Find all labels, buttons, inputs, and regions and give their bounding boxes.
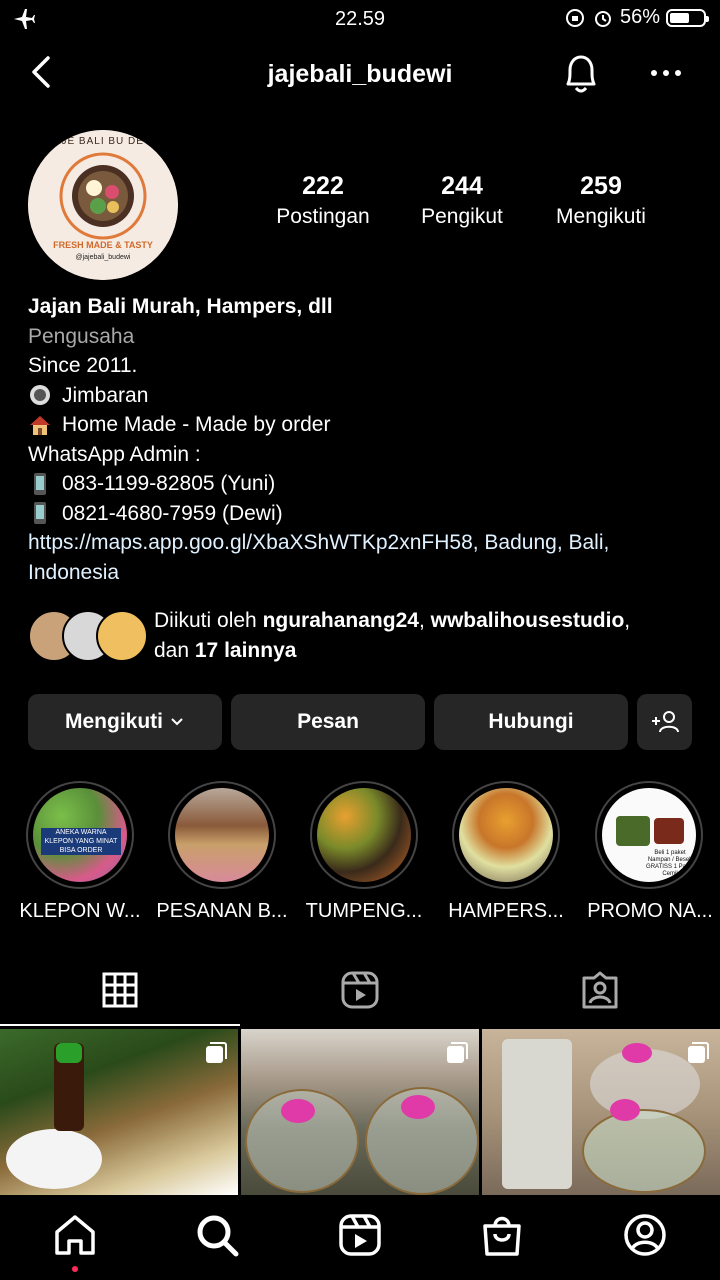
- phone-icon: [34, 472, 46, 495]
- phone-icon: [34, 502, 46, 525]
- multiple-posts-icon: [206, 1042, 227, 1063]
- highlight-promo-label: PROMO NA...: [587, 900, 713, 922]
- stat-following-value: 259: [580, 172, 622, 200]
- location-dot-icon: [30, 385, 50, 406]
- bell-icon[interactable]: [558, 50, 604, 98]
- suggest-people-button[interactable]: [637, 694, 692, 750]
- post-thumbnail-2[interactable]: [241, 1029, 479, 1195]
- bio-phone-dewi: 0821-4680-7959 (Dewi): [28, 499, 698, 529]
- multiple-posts-icon: [447, 1042, 468, 1063]
- highlight-klepon-label: KLEPON W...: [19, 900, 141, 922]
- profile-tabs: [0, 958, 720, 1026]
- bio-whatsapp-label: WhatsApp Admin :: [28, 442, 201, 466]
- post-thumbnail-1[interactable]: [0, 1029, 238, 1195]
- stat-followers[interactable]: 244 Pengikut: [404, 172, 520, 229]
- profile-icon[interactable]: [622, 1212, 668, 1258]
- bio-since: Since 2011.: [28, 354, 138, 377]
- message-button-label: Pesan: [297, 710, 359, 733]
- followed-by[interactable]: Diikuti oleh ngurahanang24, wwbalihouses…: [28, 606, 698, 666]
- bio-location: Jimbaran: [28, 381, 698, 411]
- bio-phone-yuni: 083-1199-82805 (Yuni): [28, 469, 698, 499]
- avatar-logo-bottom-text: FRESH MADE & TASTY: [53, 240, 153, 250]
- status-right: 56%: [564, 6, 709, 29]
- bio-homemade: Home Made - Made by order: [28, 410, 698, 440]
- stat-followers-value: 244: [441, 172, 483, 200]
- bio-link[interactable]: https://maps.app.goo.gl/XbaXShWTKp2xnFH5…: [28, 528, 698, 587]
- post-grid: [0, 1029, 720, 1195]
- active-tab-indicator: [0, 1024, 240, 1026]
- stat-followers-label: Pengikut: [421, 205, 503, 228]
- highlight-pesanan-label: PESANAN B...: [156, 900, 288, 922]
- multiple-posts-icon: [688, 1042, 709, 1063]
- profile-bio: Jajan Bali Murah, Hampers, dll Pengusaha…: [28, 292, 698, 587]
- highlight-tumpeng-label: TUMPENG...: [305, 900, 423, 922]
- following-button[interactable]: Mengikuti: [28, 694, 222, 750]
- bio-phone-yuni-text: 083-1199-82805 (Yuni): [62, 472, 276, 495]
- highlight-klepon-overlay: ANEKA WARNA KLEPON YANG MINAT BISA ORDER: [41, 828, 121, 855]
- message-button[interactable]: Pesan: [231, 694, 425, 750]
- search-icon[interactable]: [194, 1212, 240, 1258]
- orientation-lock-icon: [565, 8, 584, 27]
- stat-posts-label: Postingan: [276, 205, 370, 228]
- chevron-down-icon: [171, 718, 183, 726]
- bio-phone-dewi-text: 0821-4680-7959 (Dewi): [62, 501, 283, 525]
- followed-by-text: Diikuti oleh ngurahanang24, wwbalihouses…: [154, 609, 631, 662]
- home-icon[interactable]: [52, 1212, 98, 1258]
- stat-following[interactable]: 259 Mengikuti: [540, 172, 662, 229]
- profile-category: Pengusaha: [28, 324, 135, 348]
- tagged-icon[interactable]: [580, 970, 620, 1010]
- stat-posts-value: 222: [302, 172, 344, 200]
- profile-header: jajebali_budewi: [0, 44, 720, 104]
- battery-icon: [666, 8, 709, 27]
- contact-button-label: Hubungi: [488, 710, 574, 733]
- avatar-handle-text: @jajebali_budewi: [75, 254, 131, 261]
- highlight-pesanan[interactable]: [166, 781, 278, 889]
- highlight-promo[interactable]: Beli 1 paket Nampan / Besek GRATISS 1 Pa…: [593, 781, 705, 889]
- avatar-logo-top-text: JAJE BALI BU DEWI: [47, 136, 159, 147]
- stat-following-label: Mengikuti: [556, 205, 646, 228]
- bio-location-text: Jimbaran: [62, 383, 149, 407]
- profile-name: Jajan Bali Murah, Hampers, dll: [28, 295, 333, 318]
- post-thumbnail-3[interactable]: [482, 1029, 720, 1195]
- status-bar: 22.59 56%: [0, 0, 720, 40]
- header-username: jajebali_budewi: [267, 60, 453, 88]
- add-person-icon: [651, 711, 679, 733]
- home-notification-dot: [72, 1266, 78, 1272]
- stat-posts[interactable]: 222 Postingan: [262, 172, 384, 229]
- following-button-label: Mengikuti: [65, 710, 163, 733]
- battery-percent: 56%: [619, 6, 660, 28]
- more-icon[interactable]: [648, 58, 684, 88]
- bio-homemade-text: Home Made - Made by order: [62, 413, 331, 436]
- alarm-icon: [594, 10, 611, 27]
- highlight-klepon[interactable]: ANEKA WARNA KLEPON YANG MINAT BISA ORDER: [24, 781, 136, 889]
- highlight-tumpeng[interactable]: [308, 781, 420, 889]
- profile-avatar[interactable]: JAJE BALI BU DEWI FRESH MADE & TASTY @ja…: [28, 130, 178, 280]
- follower-avatar-3: [96, 610, 148, 662]
- bottom-navigation: [0, 1196, 720, 1280]
- reels-nav-icon[interactable]: [337, 1212, 383, 1258]
- highlight-promo-overlay: Beli 1 paket Nampan / Besek GRATISS 1 Pa…: [646, 850, 694, 877]
- grid-icon[interactable]: [100, 970, 140, 1010]
- house-icon: [30, 415, 50, 435]
- reels-icon[interactable]: [340, 970, 380, 1010]
- highlight-hampers[interactable]: [450, 781, 562, 889]
- highlight-hampers-label: HAMPERS...: [448, 900, 564, 922]
- contact-button[interactable]: Hubungi: [434, 694, 628, 750]
- shop-icon[interactable]: [479, 1212, 525, 1258]
